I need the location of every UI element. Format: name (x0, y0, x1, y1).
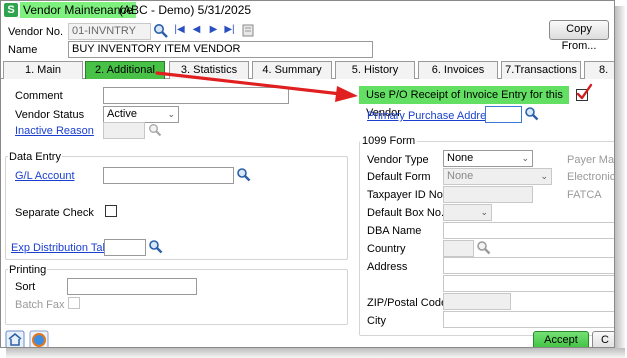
window-shadow-right (615, 6, 625, 352)
help-school-icon[interactable] (5, 330, 25, 348)
window-shadow-bottom (6, 348, 625, 358)
bottom-bar: Accept C (1, 330, 614, 348)
annotation-arrow (155, 71, 358, 102)
cancel-button[interactable]: C (592, 331, 614, 347)
browser-globe-icon[interactable] (29, 330, 49, 348)
vendor-maintenance-window: S Vendor Maintenance (ABC - Demo) 5/31/2… (0, 0, 615, 348)
accept-button[interactable]: Accept (533, 331, 589, 347)
